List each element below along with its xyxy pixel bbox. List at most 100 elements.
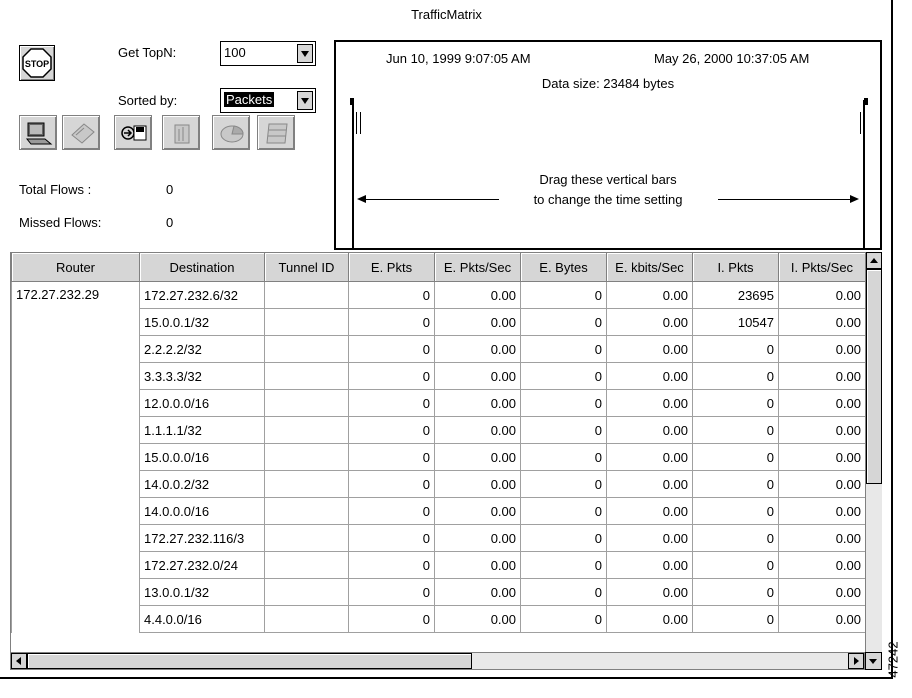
e-bytes-cell[interactable]: 0: [520, 497, 607, 525]
destination-cell[interactable]: 14.0.0.0/16: [139, 497, 265, 525]
sorted-by-select[interactable]: Packets: [220, 88, 316, 113]
e-pkts-sec-cell[interactable]: 0.00: [434, 281, 521, 309]
i-pkts-sec-cell[interactable]: 0.00: [778, 281, 866, 309]
stop-button[interactable]: STOP: [19, 45, 55, 81]
table-row[interactable]: 15.0.0.1/32 0 0.00 0 0.00 10547 0.00: [12, 308, 866, 336]
horizontal-scroll-thumb[interactable]: [27, 653, 472, 669]
destination-cell[interactable]: 15.0.0.0/16: [139, 443, 265, 471]
disk-button[interactable]: [62, 115, 100, 150]
table-row[interactable]: 13.0.0.1/32 0 0.00 0 0.00 0 0.00: [12, 578, 866, 606]
destination-cell[interactable]: 3.3.3.3/32: [139, 362, 265, 390]
i-pkts-sec-cell[interactable]: 0.00: [778, 362, 866, 390]
table-row[interactable]: 14.0.0.0/16 0 0.00 0 0.00 0 0.00: [12, 497, 866, 525]
pie-chart-button[interactable]: [212, 115, 250, 150]
i-pkts-cell[interactable]: 0: [692, 470, 779, 498]
table-row[interactable]: 172.27.232.116/3 0 0.00 0 0.00 0 0.00: [12, 524, 866, 552]
e-kbits-sec-cell[interactable]: 0.00: [606, 389, 693, 417]
table-row[interactable]: 14.0.0.2/32 0 0.00 0 0.00 0 0.00: [12, 470, 866, 498]
e-bytes-cell[interactable]: 0: [520, 443, 607, 471]
e-bytes-cell[interactable]: 0: [520, 416, 607, 444]
e-kbits-sec-cell[interactable]: 0.00: [606, 443, 693, 471]
e-bytes-cell[interactable]: 0: [520, 551, 607, 579]
destination-cell[interactable]: 172.27.232.116/3: [139, 524, 265, 552]
e-bytes-cell[interactable]: 0: [520, 308, 607, 336]
table-row[interactable]: 12.0.0.0/16 0 0.00 0 0.00 0 0.00: [12, 389, 866, 417]
e-pkts-cell[interactable]: 0: [348, 362, 435, 390]
e-pkts-sec-cell[interactable]: 0.00: [434, 362, 521, 390]
i-pkts-cell[interactable]: 0: [692, 416, 779, 444]
table-row[interactable]: 1.1.1.1/32 0 0.00 0 0.00 0 0.00: [12, 416, 866, 444]
e-pkts-cell[interactable]: 0: [348, 389, 435, 417]
scroll-left-icon[interactable]: [11, 653, 27, 669]
e-pkts-sec-cell[interactable]: 0.00: [434, 578, 521, 606]
e-pkts-sec-cell[interactable]: 0.00: [434, 416, 521, 444]
e-kbits-sec-cell[interactable]: 0.00: [606, 308, 693, 336]
table-row[interactable]: 172.27.232.29 172.27.232.6/32 0 0.00 0 0.00 23…: [11, 281, 866, 633]
column-header[interactable]: I. Pkts/Sec: [778, 252, 866, 282]
e-pkts-sec-cell[interactable]: 0.00: [434, 524, 521, 552]
e-kbits-sec-cell[interactable]: 0.00: [606, 551, 693, 579]
e-bytes-cell[interactable]: 0: [520, 389, 607, 417]
i-pkts-cell[interactable]: 0: [692, 389, 779, 417]
i-pkts-sec-cell[interactable]: 0.00: [778, 605, 866, 633]
e-pkts-sec-cell[interactable]: 0.00: [434, 605, 521, 633]
tunnel-id-cell[interactable]: [264, 335, 349, 363]
topn-select[interactable]: 100: [220, 41, 316, 66]
destination-cell[interactable]: 172.27.232.6/32: [139, 281, 265, 309]
column-header[interactable]: E. Pkts: [348, 252, 435, 282]
e-kbits-sec-cell[interactable]: 0.00: [606, 605, 693, 633]
horizontal-scrollbar[interactable]: [10, 652, 865, 670]
column-header[interactable]: E. kbits/Sec: [606, 252, 693, 282]
e-kbits-sec-cell[interactable]: 0.00: [606, 281, 693, 309]
router-cell[interactable]: 172.27.232.29: [11, 281, 140, 633]
i-pkts-cell[interactable]: 0: [692, 524, 779, 552]
start-bar-handle[interactable]: [350, 98, 354, 105]
e-pkts-cell[interactable]: 0: [348, 551, 435, 579]
e-bytes-cell[interactable]: 0: [520, 470, 607, 498]
i-pkts-cell[interactable]: 0: [692, 443, 779, 471]
i-pkts-sec-cell[interactable]: 0.00: [778, 443, 866, 471]
e-pkts-sec-cell[interactable]: 0.00: [434, 443, 521, 471]
e-pkts-cell[interactable]: 0: [348, 281, 435, 309]
e-bytes-cell[interactable]: 0: [520, 362, 607, 390]
i-pkts-sec-cell[interactable]: 0.00: [778, 551, 866, 579]
e-kbits-sec-cell[interactable]: 0.00: [606, 578, 693, 606]
e-pkts-sec-cell[interactable]: 0.00: [434, 551, 521, 579]
e-bytes-cell[interactable]: 0: [520, 281, 607, 309]
destination-cell[interactable]: 15.0.0.1/32: [139, 308, 265, 336]
i-pkts-cell[interactable]: 0: [692, 551, 779, 579]
save-export-button[interactable]: [114, 115, 152, 150]
e-bytes-cell[interactable]: 0: [520, 578, 607, 606]
i-pkts-cell[interactable]: 0: [692, 578, 779, 606]
e-pkts-cell[interactable]: 0: [348, 497, 435, 525]
chevron-down-icon[interactable]: [297, 44, 313, 63]
vertical-scrollbar[interactable]: [865, 252, 882, 652]
e-pkts-sec-cell[interactable]: 0.00: [434, 470, 521, 498]
i-pkts-cell[interactable]: 0: [692, 497, 779, 525]
column-header[interactable]: Router: [11, 252, 140, 282]
e-pkts-cell[interactable]: 0: [348, 605, 435, 633]
destination-cell[interactable]: 2.2.2.2/32: [139, 335, 265, 363]
tunnel-id-cell[interactable]: [264, 605, 349, 633]
e-pkts-cell[interactable]: 0: [348, 470, 435, 498]
column-header[interactable]: E. Pkts/Sec: [434, 252, 521, 282]
e-pkts-cell[interactable]: 0: [348, 416, 435, 444]
destination-cell[interactable]: 4.4.0.0/16: [139, 605, 265, 633]
i-pkts-sec-cell[interactable]: 0.00: [778, 416, 866, 444]
tunnel-id-cell[interactable]: [264, 551, 349, 579]
table-button[interactable]: [257, 115, 295, 150]
e-bytes-cell[interactable]: 0: [520, 605, 607, 633]
i-pkts-sec-cell[interactable]: 0.00: [778, 497, 866, 525]
scroll-up-icon[interactable]: [866, 252, 882, 269]
i-pkts-sec-cell[interactable]: 0.00: [778, 578, 866, 606]
chevron-down-icon[interactable]: [297, 91, 313, 110]
tunnel-id-cell[interactable]: [264, 362, 349, 390]
e-kbits-sec-cell[interactable]: 0.00: [606, 416, 693, 444]
tunnel-id-cell[interactable]: [264, 443, 349, 471]
scroll-down-icon[interactable]: [865, 652, 882, 670]
i-pkts-cell[interactable]: 0: [692, 605, 779, 633]
i-pkts-sec-cell[interactable]: 0.00: [778, 389, 866, 417]
destination-cell[interactable]: 12.0.0.0/16: [139, 389, 265, 417]
e-pkts-sec-cell[interactable]: 0.00: [434, 389, 521, 417]
e-kbits-sec-cell[interactable]: 0.00: [606, 497, 693, 525]
